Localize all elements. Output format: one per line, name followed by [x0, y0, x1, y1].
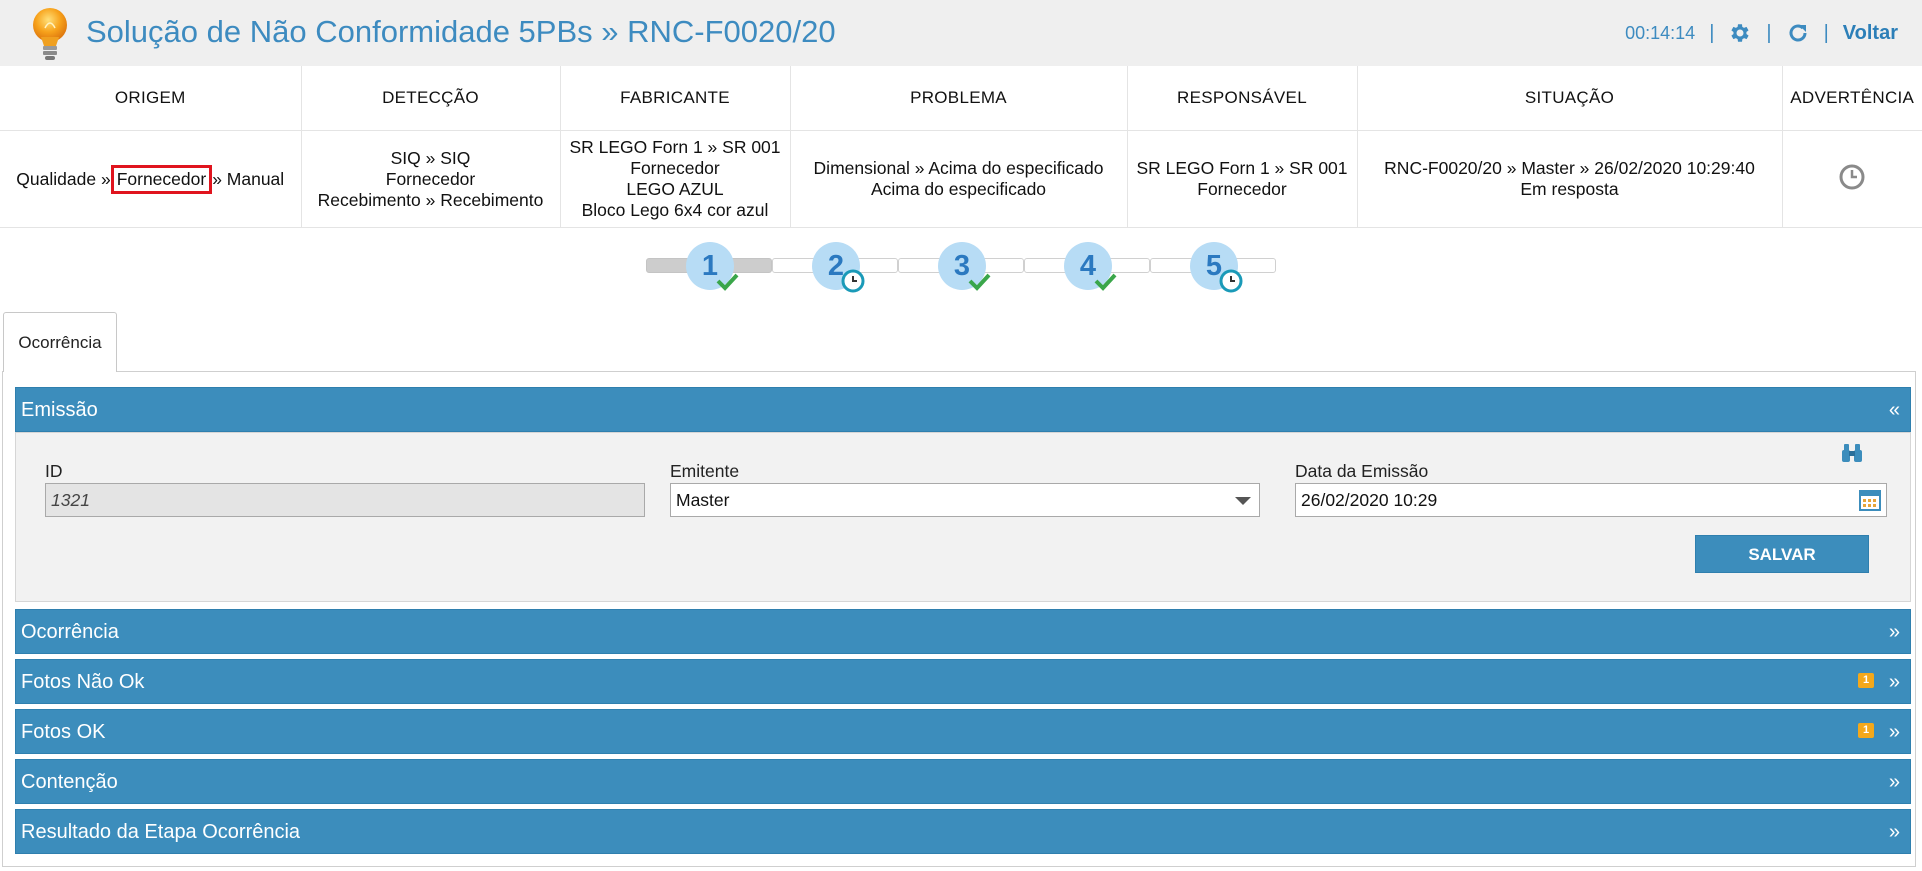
panel-contencao-header[interactable]: Contenção »	[15, 759, 1911, 804]
lightbulb-icon	[33, 8, 67, 60]
column-header-deteccao: DETECÇÃO	[301, 66, 561, 131]
binoculars-icon[interactable]	[1840, 442, 1864, 464]
step-progress: 1 2 3 4 5	[646, 242, 1276, 298]
cell-line: Recebimento » Recebimento	[317, 189, 544, 210]
clock-icon[interactable]	[1838, 163, 1866, 191]
panel-title: Ocorrência	[21, 621, 119, 643]
expand-icon[interactable]: »	[1889, 610, 1900, 654]
table-row: Qualidade » Fornecedor» Manual SIQ » SIQ …	[0, 130, 1922, 228]
panel-resultado-header[interactable]: Resultado da Etapa Ocorrência »	[15, 809, 1911, 854]
session-timer: 00:14:14	[1625, 22, 1696, 43]
id-field: 1321	[45, 483, 645, 517]
panel-ocorrencia-header[interactable]: Ocorrência »	[15, 609, 1911, 654]
cell-problema: Dimensional » Acima do especificado Acim…	[790, 130, 1128, 228]
cell-line: Fornecedor	[385, 168, 476, 189]
cell-fabricante: SR LEGO Forn 1 » SR 001 Fornecedor LEGO …	[560, 130, 791, 228]
panel-emissao-header[interactable]: Emissão «	[15, 387, 1911, 432]
origem-part: » Manual	[212, 168, 285, 189]
expand-icon[interactable]: »	[1889, 810, 1900, 854]
cell-advertencia	[1782, 130, 1922, 228]
separator: |	[1823, 21, 1829, 44]
chevron-down-icon	[1235, 497, 1251, 505]
origem-part: Qualidade »	[16, 168, 111, 189]
separator: |	[1766, 21, 1772, 44]
check-icon	[1094, 273, 1117, 291]
column-header-situacao: SITUAÇÃO	[1357, 66, 1783, 131]
column-header-responsavel: RESPONSÁVEL	[1127, 66, 1358, 131]
save-button[interactable]: SALVAR	[1695, 535, 1869, 573]
step-5[interactable]: 5	[1190, 242, 1243, 293]
cell-line: SIQ » SIQ	[390, 147, 471, 168]
tab-ocorrencia[interactable]: Ocorrência	[3, 312, 117, 372]
panel-fotos-ok-header[interactable]: Fotos OK 1 »	[15, 709, 1911, 754]
panel-fotos-nao-ok-header[interactable]: Fotos Não Ok 1 »	[15, 659, 1911, 704]
cell-line: Fornecedor	[630, 158, 720, 178]
top-bar: Solução de Não Conformidade 5PBs » RNC-F…	[0, 0, 1922, 66]
expand-icon[interactable]: »	[1889, 710, 1900, 754]
step-3[interactable]: 3	[938, 242, 991, 291]
panel-title: Contenção	[21, 771, 118, 793]
cell-responsavel: SR LEGO Forn 1 » SR 001 Fornecedor	[1127, 130, 1358, 228]
cell-line: RNC-F0020/20 » Master » 26/02/2020 10:29…	[1384, 158, 1755, 178]
expand-icon[interactable]: »	[1889, 760, 1900, 804]
cell-line: Bloco Lego 6x4 cor azul	[581, 200, 769, 220]
cell-situacao: RNC-F0020/20 » Master » 26/02/2020 10:29…	[1357, 130, 1783, 228]
count-badge: 1	[1858, 673, 1874, 688]
clock-icon	[841, 269, 865, 293]
column-header-problema: PROBLEMA	[790, 66, 1128, 131]
column-header-advertencia: ADVERTÊNCIA	[1782, 66, 1922, 131]
tab-bar: Ocorrência	[0, 312, 1922, 372]
step-2[interactable]: 2	[812, 242, 865, 293]
cell-line: LEGO AZUL	[626, 179, 724, 199]
cell-line: Dimensional » Acima do especificado	[813, 158, 1104, 178]
gear-icon[interactable]	[1728, 21, 1752, 45]
check-icon	[716, 273, 739, 291]
panel-emissao-body	[15, 432, 1911, 602]
summary-table: ORIGEM DETECÇÃO FABRICANTE PROBLEMA RESP…	[0, 66, 1922, 228]
clock-icon	[1219, 269, 1243, 293]
separator: |	[1709, 21, 1715, 44]
emitente-select[interactable]: Master	[670, 483, 1260, 517]
emitente-label: Emitente	[670, 461, 740, 481]
check-icon	[968, 273, 991, 291]
panel-title: Emissão	[21, 399, 98, 421]
cell-line: Fornecedor	[1197, 179, 1287, 199]
emitente-value: Master	[676, 490, 730, 510]
count-badge: 1	[1858, 723, 1874, 738]
refresh-icon[interactable]	[1786, 21, 1810, 45]
data-emissao-value: 26/02/2020 10:29	[1301, 490, 1438, 510]
id-label: ID	[45, 461, 63, 481]
panel-title: Resultado da Etapa Ocorrência	[21, 821, 301, 843]
calendar-icon[interactable]	[1858, 488, 1882, 512]
header-actions: 00:14:14 | | | Voltar	[1625, 20, 1898, 46]
cell-line: Em resposta	[1520, 179, 1619, 199]
cell-deteccao: SIQ » SIQ Fornecedor Recebimento » Receb…	[301, 130, 561, 228]
column-header-fabricante: FABRICANTE	[560, 66, 791, 131]
page-title: Solução de Não Conformidade 5PBs » RNC-F…	[86, 14, 836, 49]
panel-title: Fotos OK	[21, 721, 106, 743]
cell-origem: Qualidade » Fornecedor» Manual	[0, 130, 302, 228]
column-header-origem: ORIGEM	[0, 66, 302, 131]
cell-line: SR LEGO Forn 1 » SR 001	[569, 137, 781, 157]
step-1[interactable]: 1	[686, 242, 739, 291]
data-emissao-field[interactable]: 26/02/2020 10:29	[1295, 483, 1887, 517]
back-link[interactable]: Voltar	[1843, 22, 1898, 45]
collapse-icon[interactable]: «	[1889, 388, 1900, 432]
step-4[interactable]: 4	[1064, 242, 1117, 291]
expand-icon[interactable]: »	[1889, 660, 1900, 704]
cell-line: Acima do especificado	[870, 179, 1047, 199]
highlighted-origin: Fornecedor	[110, 164, 213, 194]
panel-title: Fotos Não Ok	[21, 671, 145, 693]
cell-line: SR LEGO Forn 1 » SR 001	[1136, 158, 1348, 178]
data-emissao-label: Data da Emissão	[1295, 461, 1429, 481]
